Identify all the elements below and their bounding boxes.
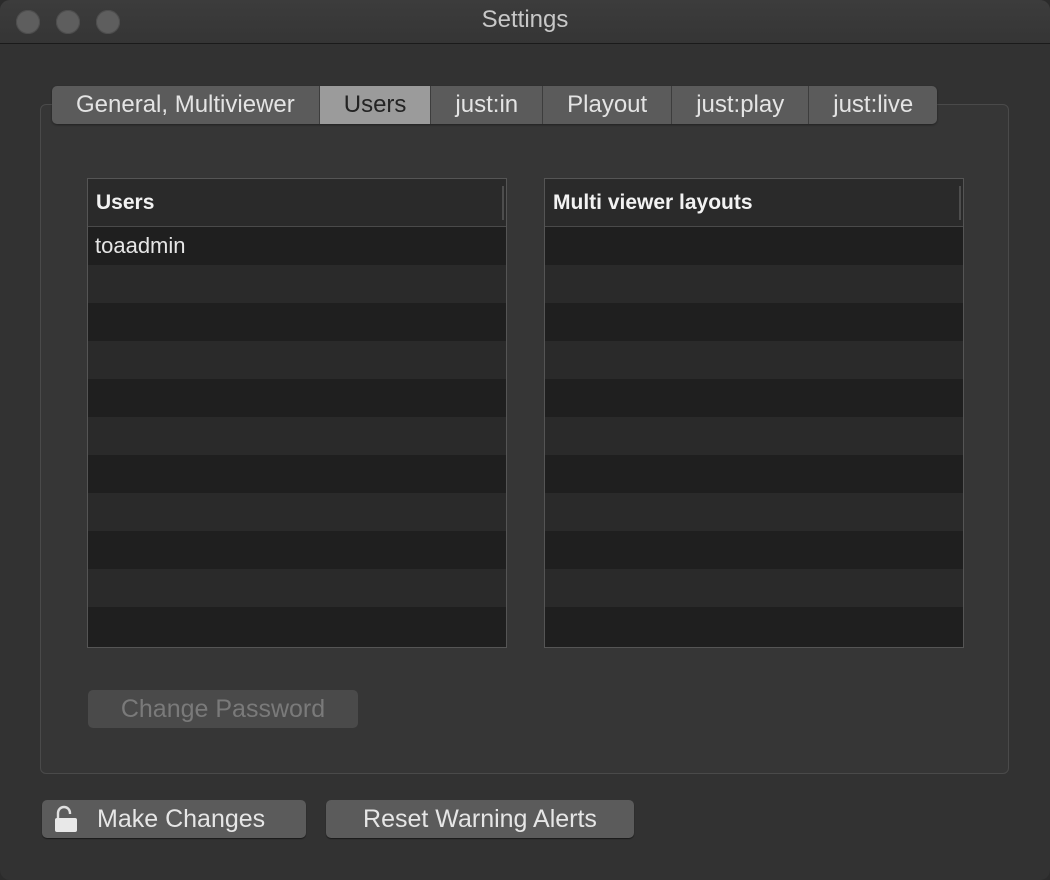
table-row-empty xyxy=(88,265,506,303)
table-row-empty xyxy=(88,531,506,569)
settings-window: Settings General, Multiviewer Users just… xyxy=(0,0,1050,880)
tab-bar: General, Multiviewer Users just:in Playo… xyxy=(52,86,938,124)
table-row-empty xyxy=(545,303,963,341)
table-row-empty xyxy=(545,455,963,493)
tab-users[interactable]: Users xyxy=(319,86,432,124)
window-title: Settings xyxy=(481,6,569,33)
users-column-label: Users xyxy=(96,191,155,214)
table-row-empty xyxy=(88,417,506,455)
table-row-empty xyxy=(545,379,963,417)
tab-just-play[interactable]: just:play xyxy=(672,86,810,124)
users-table-rows: toaadmin xyxy=(88,227,506,645)
layouts-table-rows xyxy=(545,227,963,645)
users-table-header[interactable]: Users xyxy=(88,179,506,227)
title-bar: Settings xyxy=(0,0,1050,44)
table-row-empty xyxy=(545,341,963,379)
tab-general-multiviewer[interactable]: General, Multiviewer xyxy=(52,86,320,124)
table-row-empty xyxy=(88,607,506,645)
make-changes-button[interactable]: Make Changes xyxy=(42,800,306,838)
table-row-empty xyxy=(545,265,963,303)
users-table[interactable]: Users toaadmin xyxy=(87,178,507,648)
table-row-empty xyxy=(88,493,506,531)
table-row-empty xyxy=(88,455,506,493)
table-row-empty xyxy=(545,417,963,455)
table-row[interactable]: toaadmin xyxy=(88,227,506,265)
table-row-empty xyxy=(545,227,963,265)
table-row-empty xyxy=(545,493,963,531)
layouts-column-label: Multi viewer layouts xyxy=(553,191,753,214)
reset-warning-alerts-button[interactable]: Reset Warning Alerts xyxy=(326,800,634,838)
table-row-empty xyxy=(88,379,506,417)
table-row-empty xyxy=(545,607,963,645)
tab-just-live[interactable]: just:live xyxy=(809,86,938,124)
table-row-empty xyxy=(88,569,506,607)
make-changes-label: Make Changes xyxy=(97,805,266,833)
column-divider xyxy=(959,186,961,220)
tab-just-in[interactable]: just:in xyxy=(431,86,544,124)
table-row-empty xyxy=(88,303,506,341)
column-divider xyxy=(502,186,504,220)
table-row-empty xyxy=(545,531,963,569)
layouts-table-header[interactable]: Multi viewer layouts xyxy=(545,179,963,227)
table-row-empty xyxy=(545,569,963,607)
change-password-button: Change Password xyxy=(88,690,358,728)
layouts-table[interactable]: Multi viewer layouts xyxy=(544,178,964,648)
lock-open-icon xyxy=(55,805,77,832)
table-row-empty xyxy=(88,341,506,379)
tab-playout[interactable]: Playout xyxy=(543,86,673,124)
